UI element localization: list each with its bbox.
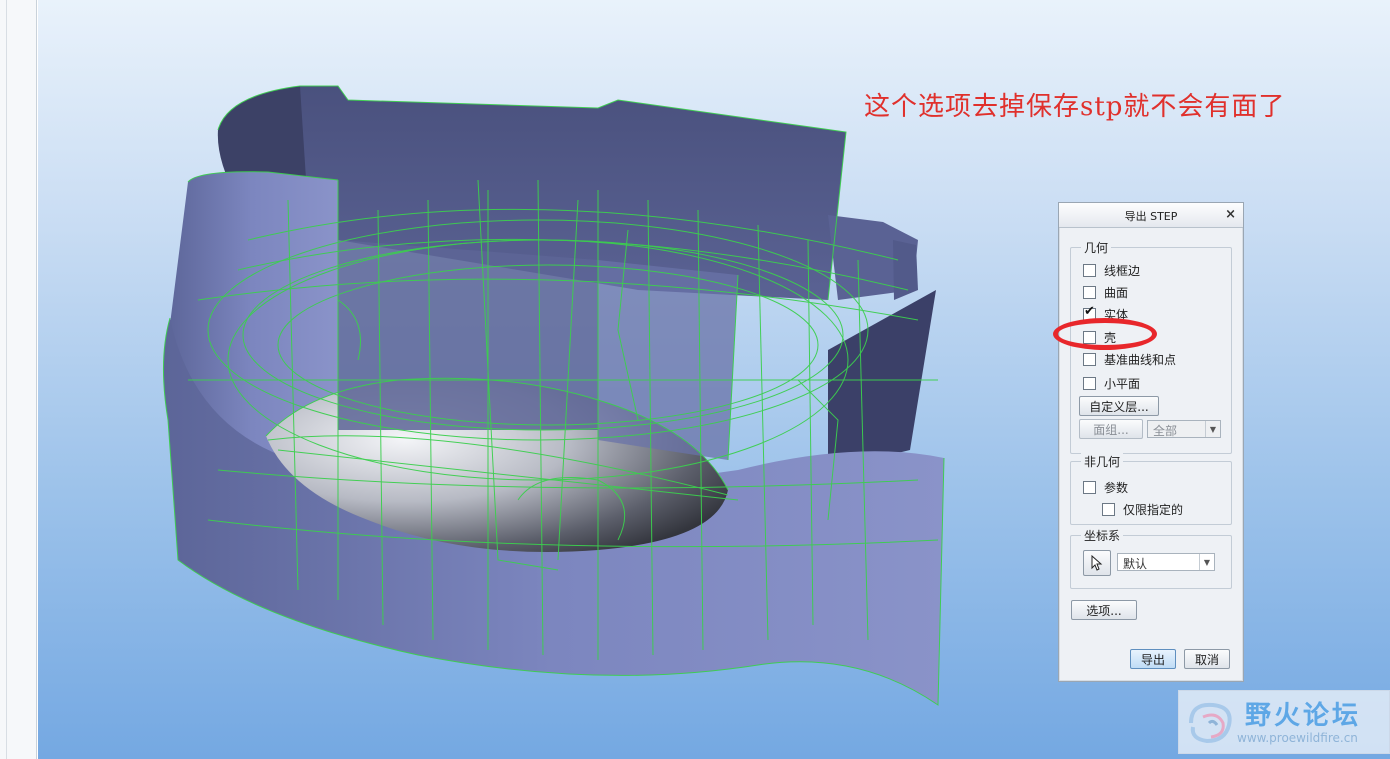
csys-select-value: 默认 (1123, 557, 1148, 571)
forum-watermark-url: www.proewildfire.cn (1237, 731, 1358, 745)
geometry-group: 几何 线框边 曲面 实体 壳 基准曲线和点 小平面 自定义层... 面组... (1070, 239, 1232, 454)
facets-label: 小平面 (1104, 376, 1141, 391)
shells-checkbox[interactable] (1083, 330, 1096, 344)
cursor-arrow-icon (1091, 555, 1103, 571)
quilt-select[interactable]: 全部 ▼ (1147, 420, 1221, 438)
non-geometry-group-label: 非几何 (1081, 453, 1124, 470)
close-icon[interactable]: × (1225, 207, 1236, 222)
option-surfaces[interactable]: 曲面 (1083, 283, 1128, 301)
forum-watermark-title: 野火论坛 (1245, 701, 1362, 731)
surfaces-label: 曲面 (1104, 285, 1129, 300)
quilt-select-value: 全部 (1153, 424, 1178, 438)
parameters-checkbox[interactable] (1083, 480, 1096, 494)
panel-divider (6, 0, 7, 759)
option-solids[interactable]: 实体 (1083, 304, 1129, 323)
cancel-button[interactable]: 取消 (1184, 649, 1230, 669)
only-designated-label: 仅限指定的 (1123, 502, 1184, 517)
chevron-down-icon: ▼ (1205, 421, 1220, 437)
export-button[interactable]: 导出 (1130, 649, 1176, 669)
solids-label: 实体 (1104, 307, 1129, 322)
annotation-text: 这个选项去掉保存stp就不会有面了 (864, 92, 1286, 122)
coordinate-system-group-label: 坐标系 (1081, 527, 1124, 544)
forum-logo-icon (1189, 702, 1232, 744)
datum-curves-points-checkbox[interactable] (1083, 352, 1096, 366)
right-fin-surface-2 (893, 240, 918, 300)
option-datum-curves-points[interactable]: 基准曲线和点 (1083, 350, 1176, 368)
export-step-dialog: 导出 STEP × 几何 线框边 曲面 实体 壳 基准曲线和点 小平面 自定 (1058, 202, 1244, 682)
wireframe-edges-label: 线框边 (1104, 263, 1141, 278)
dialog-title: 导出 STEP (1124, 210, 1178, 223)
non-geometry-group: 非几何 参数 仅限指定的 (1070, 453, 1232, 525)
solids-checkbox[interactable] (1083, 304, 1096, 321)
parameters-label: 参数 (1104, 480, 1129, 495)
forum-watermark: 野火论坛 www.proewildfire.cn (1178, 690, 1390, 754)
csys-select[interactable]: 默认 ▼ (1117, 553, 1215, 571)
option-shells[interactable]: 壳 (1083, 328, 1116, 346)
coordinate-system-group: 坐标系 默认 ▼ (1070, 527, 1232, 589)
custom-layer-button[interactable]: 自定义层... (1079, 396, 1159, 416)
option-only-designated[interactable]: 仅限指定的 (1102, 500, 1183, 518)
left-side-panel (0, 0, 37, 759)
select-csys-button[interactable] (1083, 550, 1111, 576)
options-button[interactable]: 选项... (1071, 600, 1137, 620)
datum-curves-points-label: 基准曲线和点 (1104, 352, 1177, 367)
option-wireframe-edges[interactable]: 线框边 (1083, 261, 1140, 279)
option-facets[interactable]: 小平面 (1083, 374, 1140, 392)
surfaces-checkbox[interactable] (1083, 285, 1096, 299)
dialog-titlebar[interactable]: 导出 STEP × (1059, 203, 1243, 228)
geometry-group-label: 几何 (1081, 239, 1112, 256)
option-parameters[interactable]: 参数 (1083, 478, 1128, 496)
facets-checkbox[interactable] (1083, 376, 1096, 390)
shells-label: 壳 (1104, 330, 1117, 345)
chevron-down-icon: ▼ (1199, 554, 1214, 570)
only-designated-checkbox[interactable] (1102, 502, 1115, 516)
quilt-button[interactable]: 面组... (1079, 419, 1143, 439)
wireframe-edges-checkbox[interactable] (1083, 263, 1096, 277)
